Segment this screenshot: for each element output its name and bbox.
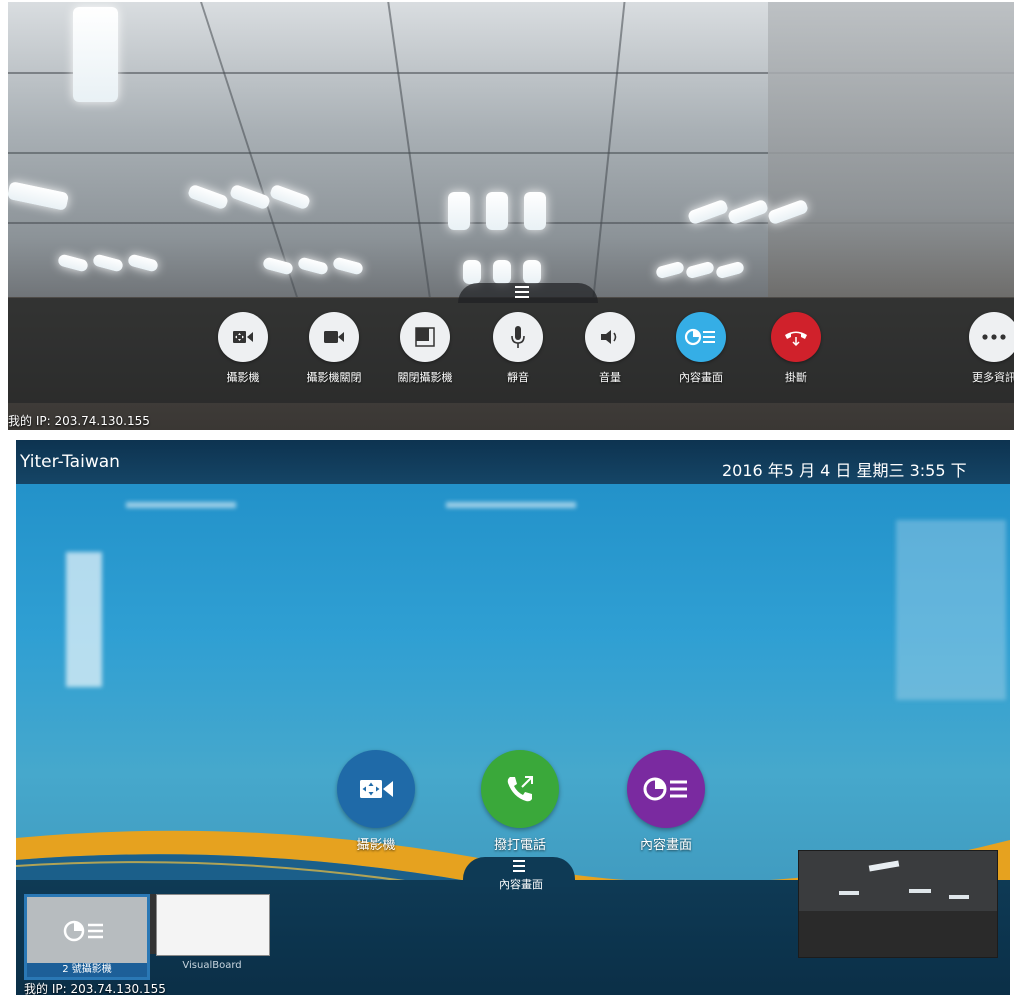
- menu-handle-icon[interactable]: [515, 286, 529, 298]
- toolbar-label: 內容畫面: [679, 371, 723, 384]
- ip-address: 我的 IP: 203.74.130.155: [24, 982, 166, 995]
- more-icon: [969, 312, 1014, 362]
- light-reflection: [446, 502, 576, 508]
- microphone-icon: [493, 312, 543, 362]
- home-screen: Yiter-Taiwan 2016 年5 月 4 日 星期三 3:55 下 攝影…: [16, 440, 1010, 995]
- ceiling-grid-line: [387, 2, 431, 297]
- ceiling-lamp: [228, 183, 272, 211]
- ceiling-lamp: [714, 260, 746, 280]
- content-share-icon: [30, 900, 144, 962]
- ceiling-lamp: [8, 180, 70, 212]
- ceiling-lamp: [524, 192, 546, 230]
- ceiling-lamp: [331, 256, 365, 276]
- ip-address: 我的 IP: 203.74.130.155: [8, 414, 150, 428]
- content-source-label: VisualBoard: [182, 960, 242, 971]
- video-camera-icon: [309, 312, 359, 362]
- system-name: Yiter-Taiwan: [20, 452, 120, 472]
- ceiling-lamp: [493, 260, 511, 284]
- ceiling-lamp: [91, 253, 125, 273]
- content-share-icon: [627, 750, 705, 828]
- toolbar-label: 音量: [599, 371, 621, 384]
- camera-control-button[interactable]: 攝影機: [208, 312, 278, 385]
- home-button-label: 攝影機: [356, 838, 396, 853]
- content-share-button[interactable]: 內容畫面: [666, 312, 736, 385]
- toolbar-label: 攝影機關閉: [306, 371, 362, 384]
- in-call-screen: 攝影機 攝影機關閉 關閉攝影機 靜音 音量 內容畫面 掛斷 更多資訊 我的 IP…: [8, 2, 1014, 430]
- ceiling-lamp: [523, 260, 541, 284]
- ceiling-lamp: [486, 192, 508, 230]
- toolbar-label: 掛斷: [785, 371, 807, 384]
- ceiling-lamp: [654, 260, 686, 280]
- light-reflection: [896, 520, 1006, 700]
- content-source-camera2[interactable]: 2 號攝影機: [24, 894, 150, 980]
- more-info-button[interactable]: 更多資訊: [959, 312, 1014, 385]
- camera-move-icon: [218, 312, 268, 362]
- home-content-button[interactable]: 內容畫面: [616, 750, 716, 853]
- home-dial-button[interactable]: 撥打電話: [470, 750, 570, 853]
- ceiling-grid-line: [200, 2, 298, 297]
- self-view-off-icon: [400, 312, 450, 362]
- ceiling-lamp: [684, 260, 716, 280]
- self-view-off-button[interactable]: 關閉攝影機: [390, 312, 460, 385]
- toolbar-label: 關閉攝影機: [397, 371, 453, 384]
- content-source-visualboard[interactable]: [156, 894, 270, 956]
- home-button-label: 撥打電話: [493, 838, 546, 853]
- ceiling-lamp: [463, 260, 481, 284]
- home-button-label: 內容畫面: [639, 838, 692, 853]
- ceiling-lamp: [56, 253, 90, 273]
- self-view-preview[interactable]: [798, 850, 998, 958]
- toolbar-label: 攝影機: [226, 371, 260, 384]
- light-reflection: [126, 502, 236, 508]
- ceiling-lamp: [186, 183, 230, 211]
- menu-handle-icon[interactable]: [513, 860, 525, 875]
- self-view-image: [799, 851, 997, 957]
- status-header: Yiter-Taiwan 2016 年5 月 4 日 星期三 3:55 下: [16, 440, 1010, 484]
- ceiling-lamp: [261, 256, 295, 276]
- hang-up-button[interactable]: 掛斷: [761, 312, 831, 385]
- hang-up-icon: [771, 312, 821, 362]
- ceiling-grid-line: [592, 2, 626, 297]
- home-camera-button[interactable]: 攝影機: [326, 750, 426, 853]
- mute-button[interactable]: 靜音: [483, 312, 553, 385]
- date-time: 2016 年5 月 4 日 星期三 3:55 下: [722, 461, 967, 480]
- volume-button[interactable]: 音量: [575, 312, 645, 385]
- toolbar-label: 靜音: [507, 371, 529, 384]
- ceiling-lamp: [73, 7, 118, 102]
- light-reflection: [66, 552, 102, 687]
- tray-title: 內容畫面: [499, 878, 543, 891]
- ceiling-lamp: [448, 192, 470, 230]
- camera-move-icon: [337, 750, 415, 828]
- phone-dial-icon: [481, 750, 559, 828]
- ceiling-lamp: [126, 253, 160, 273]
- room-wall: [768, 2, 1014, 302]
- content-share-icon: [676, 312, 726, 362]
- toolbar-label: 更多資訊: [972, 371, 1014, 384]
- content-source-label: 2 號攝影機: [27, 963, 147, 977]
- camera-off-button[interactable]: 攝影機關閉: [299, 312, 369, 385]
- ceiling-lamp: [296, 256, 330, 276]
- speaker-icon: [585, 312, 635, 362]
- ceiling-lamp: [268, 183, 312, 211]
